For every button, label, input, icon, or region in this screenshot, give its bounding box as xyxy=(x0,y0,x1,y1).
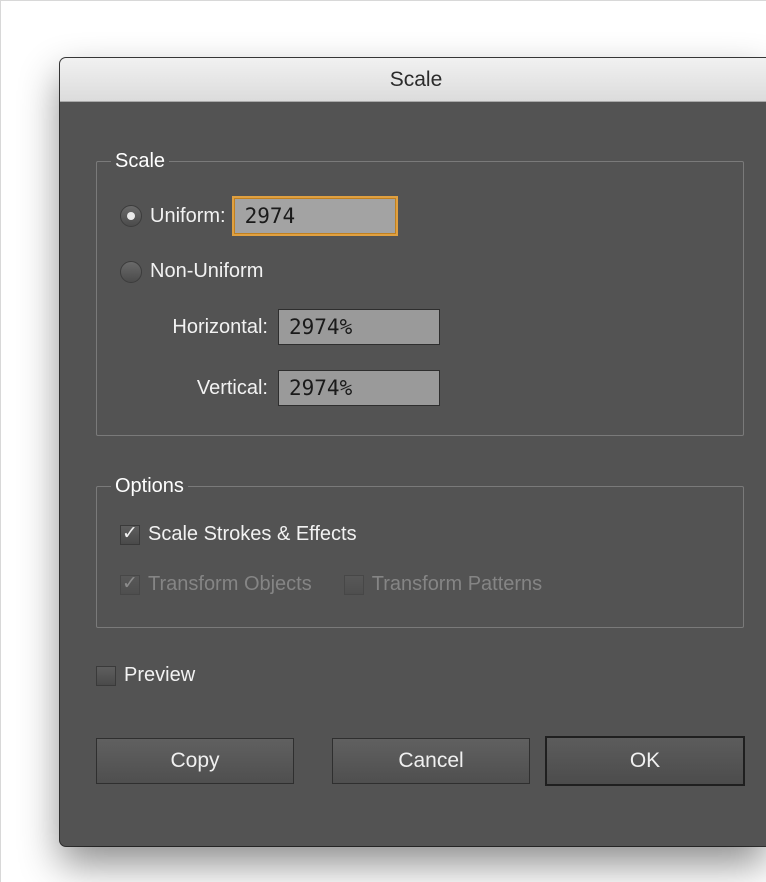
preview-label[interactable]: Preview xyxy=(124,664,195,687)
vertical-input[interactable]: 2974% xyxy=(278,370,440,406)
copy-button[interactable]: Copy xyxy=(96,738,294,784)
scale-group-legend: Scale xyxy=(111,147,170,175)
non-uniform-radio[interactable] xyxy=(120,260,142,283)
dialog-title: Scale xyxy=(389,68,443,91)
transform-objects-label[interactable]: Transform Objects xyxy=(148,573,312,596)
uniform-radio[interactable] xyxy=(120,205,142,227)
vertical-label: Vertical: xyxy=(196,376,268,399)
transform-objects-checkbox[interactable] xyxy=(120,572,140,595)
ok-button[interactable]: OK xyxy=(545,736,745,786)
preview-checkbox[interactable] xyxy=(96,665,116,686)
vertical-row: Vertical: 2974% xyxy=(102,370,440,406)
transform-patterns-checkbox[interactable] xyxy=(343,574,364,595)
scale-strokes-checkbox[interactable] xyxy=(120,522,140,545)
title-bar[interactable]: Scale xyxy=(60,58,766,102)
scale-dialog: Scale Scale Uniform: 2974 Non-Uniform Ho… xyxy=(60,58,766,846)
options-group: Options xyxy=(96,472,744,628)
scale-strokes-label[interactable]: Scale Strokes & Effects xyxy=(148,523,357,546)
preview-row: Preview xyxy=(96,664,195,687)
horizontal-label: Horizontal: xyxy=(172,315,268,338)
scale-strokes-row: Scale Strokes & Effects xyxy=(120,522,357,546)
non-uniform-label[interactable]: Non-Uniform xyxy=(150,260,263,283)
uniform-row: Uniform: 2974 xyxy=(120,198,396,234)
options-group-legend: Options xyxy=(111,472,188,500)
transform-row: Transform Objects Transform Patterns xyxy=(120,572,542,596)
non-uniform-row: Non-Uniform xyxy=(120,260,263,283)
cancel-button[interactable]: Cancel xyxy=(332,738,530,784)
horizontal-input[interactable]: 2974% xyxy=(278,309,440,345)
horizontal-row: Horizontal: 2974% xyxy=(102,309,440,345)
uniform-input[interactable]: 2974 xyxy=(233,198,396,234)
uniform-label[interactable]: Uniform: xyxy=(150,205,226,228)
transform-patterns-label[interactable]: Transform Patterns xyxy=(372,573,542,596)
